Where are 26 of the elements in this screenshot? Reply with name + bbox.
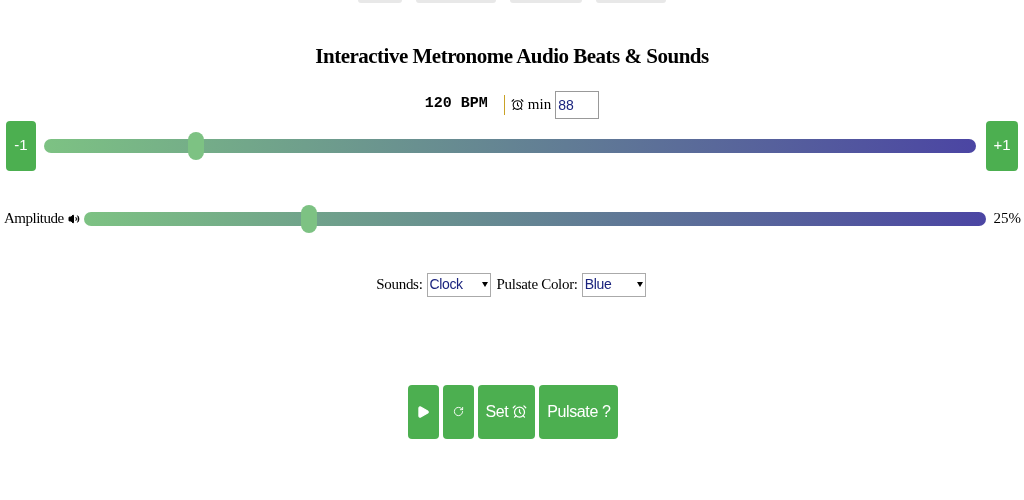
caret-icon (481, 282, 488, 287)
page-title: Interactive Metronome Audio Beats & Sounds (315, 43, 709, 70)
dropdown[interactable]: Blue (581, 272, 646, 297)
caret-icon (636, 282, 643, 287)
dropdown[interactable]: Clock (426, 272, 491, 297)
slider-thumb[interactable] (301, 204, 318, 233)
select-label: Sounds: (376, 275, 423, 295)
bpm-reading: 120 BPM (424, 94, 488, 115)
timer-label: min (527, 95, 552, 115)
set-alarm-button[interactable]: Set (477, 384, 536, 439)
divider (503, 94, 505, 115)
pulsate-button[interactable]: Pulsate ? (539, 384, 619, 439)
amplitude-label: Amplitude (4, 209, 64, 229)
reset-icon (452, 406, 464, 417)
alarm-clock-icon (510, 98, 524, 111)
minutes-field[interactable]: 88 (555, 90, 600, 119)
decrement-button[interactable]: -1 (6, 120, 36, 171)
slider-thumb[interactable] (187, 131, 204, 160)
speaker-icon (67, 212, 80, 225)
play-icon (416, 404, 430, 419)
play-button[interactable] (407, 384, 439, 439)
select-label: Pulsate Color: (496, 275, 578, 295)
increment-button[interactable]: +1 (986, 120, 1018, 171)
reset-button[interactable] (442, 384, 474, 439)
alarm-clock-icon (512, 404, 528, 419)
amplitude-reading: 25% (993, 209, 1021, 229)
